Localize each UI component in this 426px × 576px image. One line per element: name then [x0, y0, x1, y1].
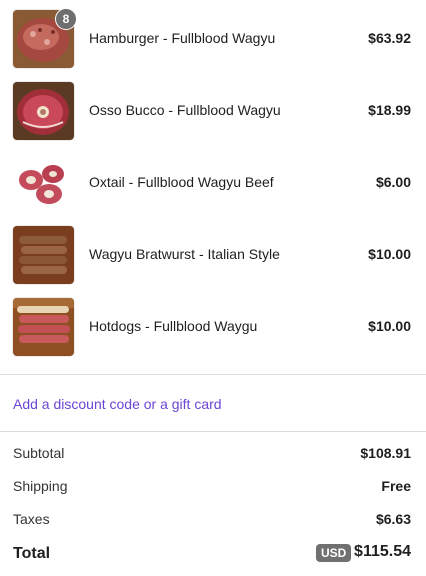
- currency-badge: USD: [316, 544, 352, 562]
- item-name: Hotdogs - Fullblood Waygu: [89, 318, 258, 334]
- item-name: Oxtail - Fullblood Wagyu Beef: [89, 174, 274, 190]
- hotdogs-image: [13, 298, 74, 356]
- divider: [0, 431, 426, 432]
- item-price: $10.00: [368, 318, 411, 334]
- subtotal-value: $108.91: [360, 445, 411, 461]
- taxes-value: $6.63: [375, 511, 411, 527]
- divider: [0, 374, 426, 375]
- item-name: Hamburger - Fullblood Wagyu: [89, 30, 276, 46]
- item-name: Wagyu Bratwurst - Italian Style: [89, 246, 280, 262]
- product-thumbnail: [13, 298, 74, 356]
- cart-item: Wagyu Bratwurst - Italian Style $10.00: [0, 226, 426, 286]
- total-value: $115.54: [354, 543, 411, 560]
- quantity-badge: 8: [55, 8, 77, 30]
- add-discount-link[interactable]: Add a discount code or a gift card: [13, 396, 222, 412]
- product-thumbnail: [13, 226, 74, 284]
- item-price: $10.00: [368, 246, 411, 262]
- total-label: Total: [13, 545, 51, 562]
- cart-item: Hotdogs - Fullblood Waygu $10.00: [0, 298, 426, 358]
- item-price: $18.99: [368, 102, 411, 118]
- cart-item: Osso Bucco - Fullblood Wagyu $18.99: [0, 82, 426, 142]
- item-name: Osso Bucco - Fullblood Wagyu: [89, 102, 281, 118]
- bratwurst-image: [13, 226, 74, 284]
- shipping-row: Shipping Free: [13, 478, 411, 498]
- cart-item: Oxtail - Fullblood Wagyu Beef $6.00: [0, 154, 426, 214]
- item-price: $6.00: [375, 174, 411, 190]
- oxtail-image: [13, 154, 74, 212]
- shipping-label: Shipping: [13, 478, 68, 494]
- osso-bucco-image: [13, 82, 74, 140]
- shipping-value: Free: [381, 478, 411, 494]
- subtotal-row: Subtotal $108.91: [13, 445, 411, 465]
- product-thumbnail: [13, 82, 74, 140]
- item-price: $63.92: [368, 30, 411, 46]
- subtotal-label: Subtotal: [13, 445, 65, 461]
- product-thumbnail: [13, 154, 74, 212]
- cart-item: 8 Hamburger - Fullblood Wagyu $63.92: [0, 8, 426, 70]
- taxes-label: Taxes: [13, 511, 50, 527]
- taxes-row: Taxes $6.63: [13, 511, 411, 531]
